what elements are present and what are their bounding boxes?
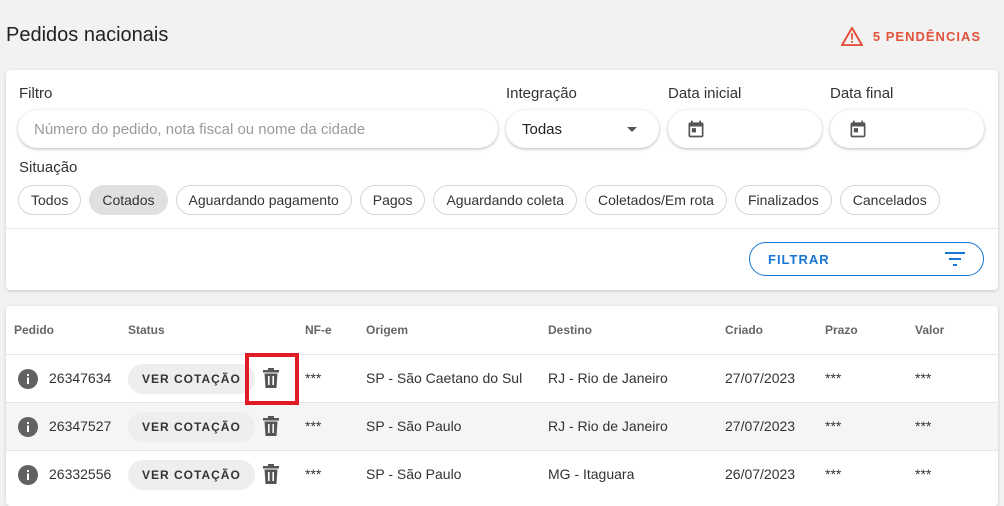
chip-finalizados[interactable]: Finalizados <box>734 185 832 215</box>
prazo-cell: *** <box>825 466 842 482</box>
pedido-cell: 26332556 <box>49 466 112 482</box>
filtrar-label: FILTRAR <box>768 251 830 267</box>
chip-cotados[interactable]: Cotados <box>89 185 168 215</box>
destino-cell: RJ - Rio de Janeiro <box>548 370 668 386</box>
info-icon[interactable] <box>18 417 38 437</box>
header-status[interactable]: Status <box>128 323 165 337</box>
header-criado[interactable]: Criado <box>725 323 763 337</box>
chip-aguardando-coleta[interactable]: Aguardando coleta <box>433 185 577 215</box>
nfe-cell: *** <box>305 466 322 482</box>
search-input[interactable]: Número do pedido, nota fiscal ou nome da… <box>18 110 498 148</box>
chip-todos[interactable]: Todos <box>18 185 82 215</box>
origem-cell: SP - São Paulo <box>366 466 462 482</box>
header-valor[interactable]: Valor <box>915 323 944 337</box>
chevron-down-icon <box>627 126 637 132</box>
situacao-chips: Todos Cotados Aguardando pagamento Pagos… <box>18 185 940 215</box>
integracao-select[interactable]: Todas <box>506 110 659 148</box>
valor-cell: *** <box>915 418 932 434</box>
prazo-cell: *** <box>825 418 842 434</box>
table-row[interactable]: 26347527 VER COTAÇÃO *** SP - São Paulo … <box>6 402 998 451</box>
page-title: Pedidos nacionais <box>6 24 169 46</box>
pendencias-label: 5 PENDÊNCIAS <box>872 28 981 44</box>
pedido-cell: 26347527 <box>49 418 112 434</box>
calendar-icon[interactable] <box>686 119 706 139</box>
search-placeholder: Número do pedido, nota fiscal ou nome da… <box>34 120 366 138</box>
ver-cotacao-button[interactable]: VER COTAÇÃO <box>128 364 255 394</box>
ver-cotacao-button[interactable]: VER COTAÇÃO <box>128 460 255 490</box>
data-inicial-field[interactable] <box>668 110 822 148</box>
prazo-cell: *** <box>825 370 842 386</box>
header-pedido[interactable]: Pedido <box>14 323 54 337</box>
integracao-label: Integração <box>506 85 577 102</box>
integracao-value: Todas <box>522 120 563 138</box>
filter-lines-icon <box>945 252 965 266</box>
trash-icon[interactable] <box>263 464 279 484</box>
destino-cell: RJ - Rio de Janeiro <box>548 418 668 434</box>
valor-cell: *** <box>915 466 932 482</box>
orders-table: Pedido Status NF-e Origem Destino Criado… <box>6 306 998 506</box>
header-origem[interactable]: Origem <box>366 323 408 337</box>
header-nfe[interactable]: NF-e <box>305 323 332 337</box>
ver-cotacao-button[interactable]: VER COTAÇÃO <box>128 412 255 442</box>
calendar-icon[interactable] <box>848 119 868 139</box>
info-icon[interactable] <box>18 369 38 389</box>
info-icon[interactable] <box>18 465 38 485</box>
criado-cell: 26/07/2023 <box>725 466 796 482</box>
filters-panel: Filtro Número do pedido, nota fiscal ou … <box>6 70 998 290</box>
divider <box>6 228 998 229</box>
data-final-field[interactable] <box>830 110 984 148</box>
pendencias-link[interactable]: 5 PENDÊNCIAS <box>840 26 981 46</box>
chip-cancelados[interactable]: Cancelados <box>839 185 940 215</box>
trash-icon[interactable] <box>263 416 279 436</box>
chip-coletados-em-rota[interactable]: Coletados/Em rota <box>585 185 727 215</box>
data-inicial-label: Data inicial <box>668 85 742 102</box>
origem-cell: SP - São Caetano do Sul <box>366 370 523 386</box>
destino-cell: MG - Itaguara <box>548 466 635 482</box>
valor-cell: *** <box>915 370 932 386</box>
situacao-label: Situação <box>19 159 78 176</box>
nfe-cell: *** <box>305 418 322 434</box>
criado-cell: 27/07/2023 <box>725 418 796 434</box>
header-prazo[interactable]: Prazo <box>825 323 858 337</box>
origem-cell: SP - São Paulo <box>366 418 462 434</box>
table-row[interactable]: 26347634 VER COTAÇÃO *** SP - São Caetan… <box>6 354 998 403</box>
highlight-box <box>245 353 299 405</box>
chip-aguardando-pagamento[interactable]: Aguardando pagamento <box>175 185 352 215</box>
nfe-cell: *** <box>305 370 322 386</box>
criado-cell: 27/07/2023 <box>725 370 796 386</box>
filtrar-button[interactable]: FILTRAR <box>749 242 984 276</box>
filtro-label: Filtro <box>19 85 53 102</box>
data-final-label: Data final <box>830 85 894 102</box>
header-destino[interactable]: Destino <box>548 323 592 337</box>
pedido-cell: 26347634 <box>49 370 112 386</box>
table-row[interactable]: 26332556 VER COTAÇÃO *** SP - São Paulo … <box>6 450 998 499</box>
chip-pagos[interactable]: Pagos <box>359 185 426 215</box>
warning-triangle-icon <box>840 26 863 46</box>
